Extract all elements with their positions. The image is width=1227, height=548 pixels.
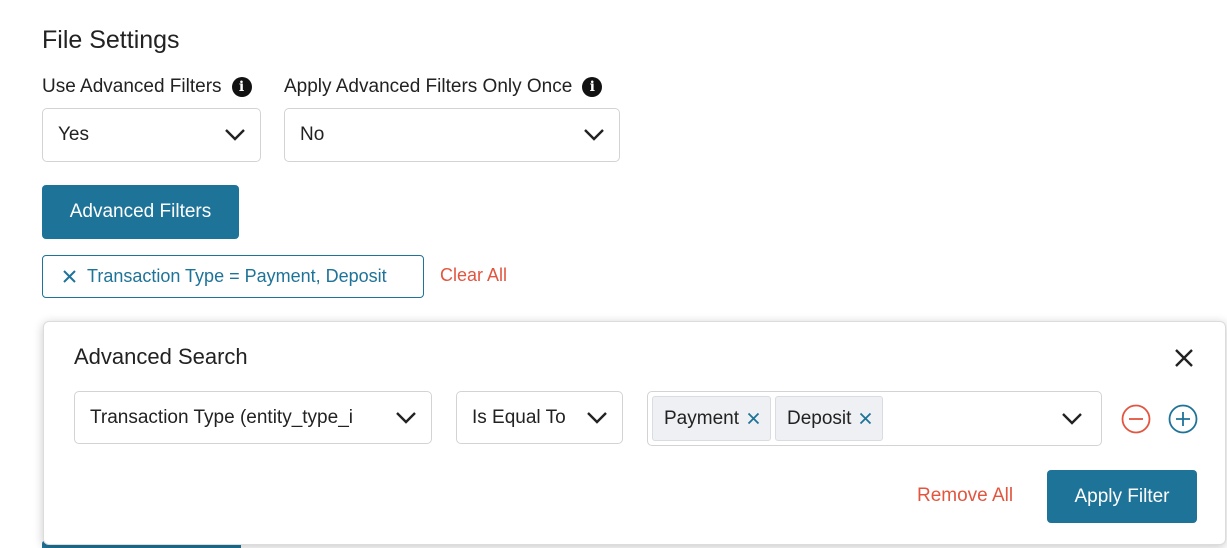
chevron-down-icon [225, 129, 245, 141]
value-tag: Payment [652, 396, 771, 441]
apply-once-value: No [300, 124, 325, 145]
chevron-down-icon [587, 411, 607, 424]
use-advanced-filters-label-text: Use Advanced Filters [42, 76, 222, 97]
close-icon[interactable] [1173, 347, 1195, 369]
chevron-down-icon[interactable] [1061, 412, 1083, 426]
remove-value-icon[interactable] [859, 412, 872, 425]
advanced-filters-button[interactable]: Advanced Filters [42, 185, 239, 239]
use-advanced-filters-label: Use Advanced Filters i [42, 76, 252, 98]
remove-row-button[interactable] [1121, 404, 1151, 434]
add-row-button[interactable] [1168, 404, 1198, 434]
minus-circle-icon [1121, 404, 1151, 434]
filter-chip-label: Transaction Type = Payment, Deposit [87, 266, 387, 286]
plus-circle-icon [1168, 404, 1198, 434]
chevron-down-icon [396, 411, 416, 424]
remove-filter-icon[interactable] [62, 269, 77, 284]
advanced-search-title: Advanced Search [74, 344, 248, 369]
file-settings-page: File Settings Use Advanced Filters i App… [0, 0, 1227, 548]
operator-select[interactable]: Is Equal To [456, 391, 623, 444]
apply-filter-button[interactable]: Apply Filter [1047, 470, 1197, 523]
apply-once-label-text: Apply Advanced Filters Only Once [284, 76, 573, 97]
value-multiselect[interactable]: Payment Deposit [647, 391, 1102, 446]
info-icon[interactable]: i [231, 77, 252, 97]
use-advanced-filters-select[interactable]: Yes [42, 108, 261, 162]
apply-once-label: Apply Advanced Filters Only Once i [284, 76, 603, 98]
value-tag-label: Payment [664, 407, 739, 429]
value-tag-label: Deposit [786, 407, 852, 429]
info-icon[interactable]: i [582, 77, 603, 97]
clear-all-link[interactable]: Clear All [440, 265, 507, 286]
value-tag: Deposit [774, 396, 884, 441]
chevron-down-icon [584, 129, 604, 141]
operator-select-value: Is Equal To [472, 406, 566, 428]
field-select[interactable]: Transaction Type (entity_type_i [74, 391, 432, 444]
field-select-value: Transaction Type (entity_type_i [90, 406, 353, 428]
use-advanced-filters-value: Yes [58, 124, 89, 145]
remove-all-button[interactable]: Remove All [917, 485, 1013, 507]
selected-values: Payment Deposit [652, 396, 1061, 441]
advanced-search-panel: Advanced Search Transaction Type (entity… [43, 321, 1226, 545]
section-title: File Settings [42, 26, 180, 54]
apply-once-select[interactable]: No [284, 108, 620, 162]
filter-chip[interactable]: Transaction Type = Payment, Deposit [42, 255, 424, 298]
remove-value-icon[interactable] [747, 412, 760, 425]
